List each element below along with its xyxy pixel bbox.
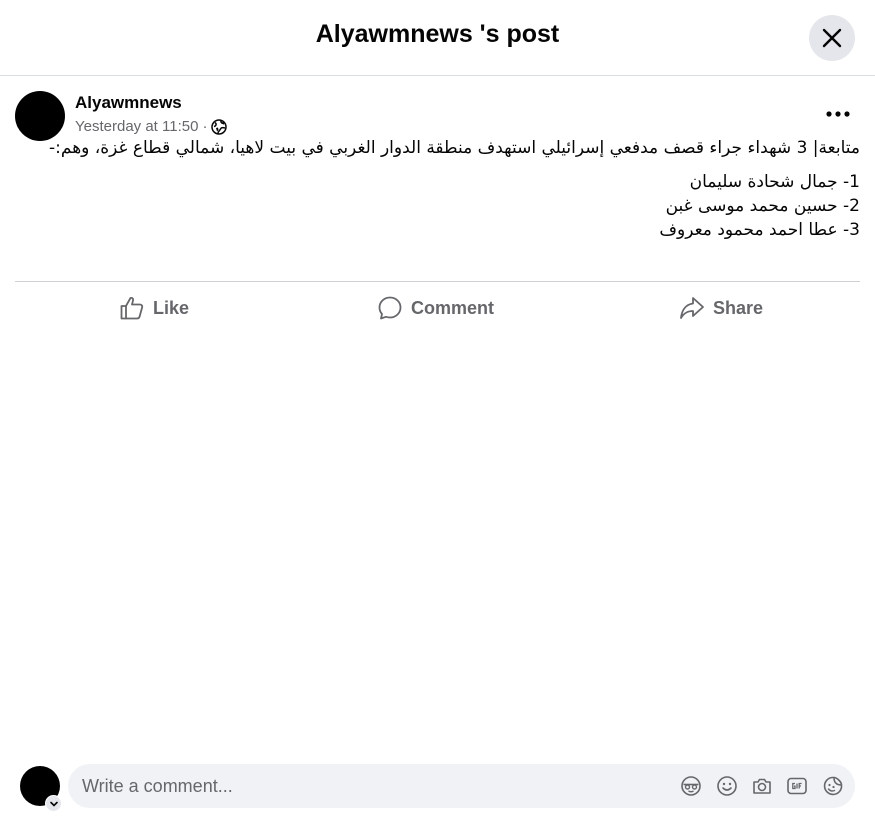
sticker-button[interactable] xyxy=(822,775,844,797)
actions-divider xyxy=(15,281,860,282)
post-body: متابعة| 3 شهداء جراء قصف مدفعي إسرائيلي … xyxy=(15,136,860,242)
author-avatar[interactable] xyxy=(15,91,65,141)
close-icon xyxy=(822,28,842,48)
close-button[interactable] xyxy=(809,15,855,61)
post-options-button[interactable] xyxy=(818,98,858,130)
comment-icon xyxy=(378,296,402,320)
post-timestamp[interactable]: Yesterday at 11:50 xyxy=(75,118,198,135)
emoji-button[interactable] xyxy=(716,775,738,797)
dialog-header: Alyawmnews 's post xyxy=(0,0,875,76)
globe-icon[interactable] xyxy=(211,118,228,135)
post-text: متابعة| 3 شهداء جراء قصف مدفعي إسرائيلي … xyxy=(49,138,860,158)
camera-icon xyxy=(753,778,771,794)
share-icon xyxy=(680,297,704,319)
author-name[interactable]: Alyawmnews xyxy=(75,93,182,113)
gif-icon xyxy=(787,777,807,795)
account-switcher-badge[interactable] xyxy=(45,795,62,812)
meta-separator: · xyxy=(202,118,208,135)
more-options-icon xyxy=(826,111,850,117)
list-item: 1- جمال شحادة سليمان xyxy=(689,172,860,192)
gif-button[interactable] xyxy=(786,775,808,797)
comment-composer xyxy=(0,762,875,812)
chevron-down-icon xyxy=(49,801,58,807)
list-item: 2- حسين محمد موسى غبن xyxy=(665,196,860,216)
comment-input[interactable] xyxy=(82,764,642,808)
comment-box xyxy=(68,764,855,808)
like-button[interactable]: Like xyxy=(119,292,189,324)
post-meta: Yesterday at 11:50 · xyxy=(75,118,228,135)
list-item: 3- عطا احمد محمود معروف xyxy=(659,220,860,240)
comment-label: Comment xyxy=(411,297,495,318)
camera-button[interactable] xyxy=(751,775,773,797)
share-button[interactable]: Share xyxy=(679,292,763,324)
dialog-title: Alyawmnews 's post xyxy=(315,20,560,48)
comment-button[interactable]: Comment xyxy=(377,292,494,324)
emoji-icon xyxy=(717,776,737,796)
avatar-sticker-icon xyxy=(681,776,701,796)
sticker-icon xyxy=(823,776,843,796)
avatar-sticker-button[interactable] xyxy=(680,775,702,797)
like-label: Like xyxy=(153,297,190,318)
share-label: Share xyxy=(713,297,764,318)
thumbs-up-icon xyxy=(120,296,144,320)
post-list: 1- جمال شحادة سليمان 2- حسين محمد موسى غ… xyxy=(15,170,860,242)
